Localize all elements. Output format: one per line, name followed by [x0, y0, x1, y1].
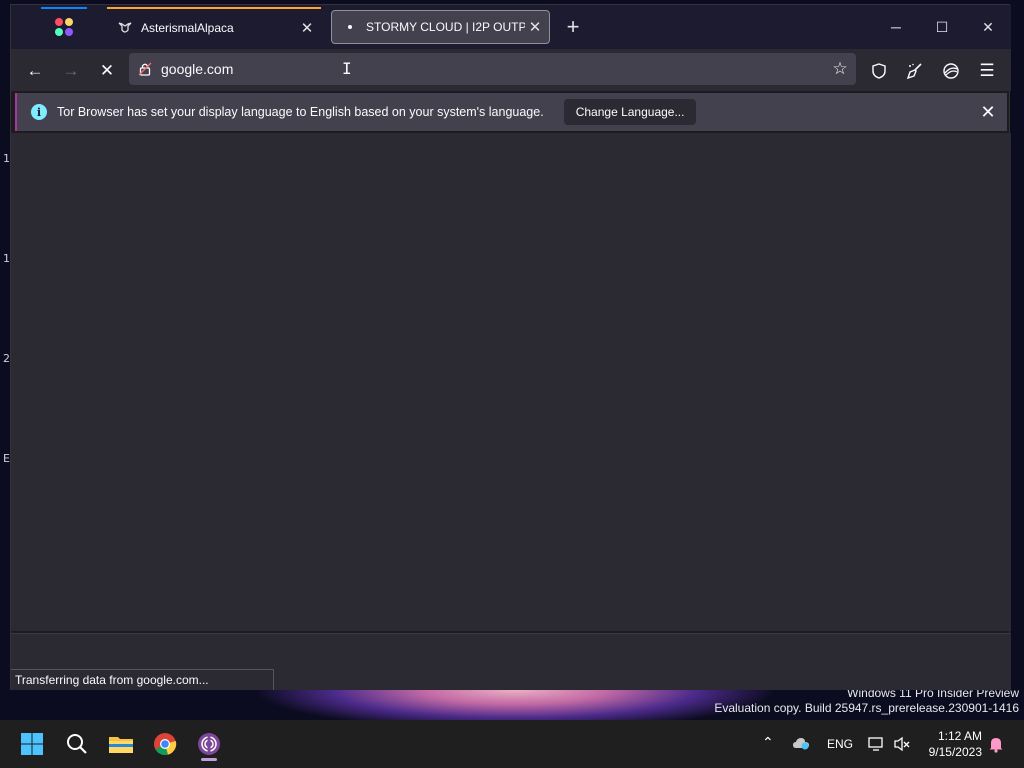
- active-indicator: [201, 758, 217, 761]
- plus-icon: +: [566, 14, 580, 39]
- stop-button[interactable]: ✕: [93, 57, 121, 85]
- folder-icon: [109, 737, 133, 753]
- page-content-area: [11, 133, 1011, 631]
- shield-button[interactable]: [865, 57, 893, 85]
- windows-watermark: Windows 11 Pro Insider Preview Evaluatio…: [714, 686, 1019, 716]
- alpaca-icon: [117, 20, 133, 36]
- tor-circuit-button[interactable]: [937, 57, 965, 85]
- notification-bell-icon[interactable]: [988, 735, 1004, 756]
- desktop-edge-fragment: E: [3, 452, 10, 465]
- watermark-line2: Evaluation copy. Build 25947.rs_prerelea…: [714, 701, 1019, 715]
- search-icon: [67, 734, 87, 754]
- close-window-button[interactable]: ✕: [965, 5, 1011, 49]
- tab-bar: AsterismalAlpaca ✕ STORMY CLOUD | I2P OU…: [11, 5, 1011, 49]
- maximize-icon: ☐: [935, 18, 949, 35]
- hamburger-menu-icon: ☰: [979, 61, 995, 80]
- apps-tab[interactable]: [41, 7, 87, 45]
- tab-asterismalalpaca[interactable]: AsterismalAlpaca ✕: [107, 7, 321, 47]
- shield-icon: [872, 63, 886, 79]
- windows-logo-icon: [21, 733, 43, 755]
- stop-icon: ✕: [99, 61, 115, 80]
- system-clock[interactable]: 1:12 AM 9/15/2023: [929, 728, 982, 760]
- maximize-button[interactable]: ☐: [919, 5, 965, 49]
- minimize-icon: ─: [891, 19, 901, 35]
- url-text: google.com: [161, 61, 234, 77]
- navigation-toolbar: ← → ✕ google.com I ☆ ☰: [11, 49, 1011, 91]
- new-tab-button[interactable]: +: [561, 14, 585, 39]
- start-button[interactable]: [16, 728, 48, 760]
- arrow-right-icon: →: [62, 61, 80, 80]
- window-controls: ─ ☐ ✕: [873, 5, 1011, 49]
- language-notification-bar: i Tor Browser has set your display langu…: [15, 93, 1007, 131]
- tor-browser-taskbar-button[interactable]: [193, 728, 225, 761]
- desktop-edge-fragment: 2: [3, 352, 10, 365]
- tor-browser-icon: [198, 733, 220, 755]
- language-indicator[interactable]: ENG: [827, 737, 853, 751]
- desktop-edge-fragment: 1: [3, 152, 10, 165]
- minimize-button[interactable]: ─: [873, 5, 919, 49]
- new-identity-button[interactable]: [901, 57, 929, 85]
- status-panel: Transferring data from google.com...: [11, 669, 274, 690]
- bookmark-star-icon[interactable]: ☆: [830, 59, 850, 79]
- chevron-up-icon[interactable]: ⌃: [762, 734, 774, 751]
- notification-message: Tor Browser has set your display languag…: [57, 105, 544, 119]
- broom-icon: [906, 63, 922, 80]
- clock-time: 1:12 AM: [937, 729, 982, 743]
- onedrive-status-icon[interactable]: [792, 736, 810, 753]
- info-icon: i: [31, 104, 47, 120]
- tab-title: AsterismalAlpaca: [141, 21, 234, 35]
- volume-muted-icon[interactable]: [893, 736, 911, 755]
- file-explorer-button[interactable]: [105, 728, 137, 760]
- change-language-button[interactable]: Change Language...: [563, 99, 697, 125]
- arrow-left-icon: ←: [26, 61, 44, 80]
- clock-date: 9/15/2023: [928, 745, 982, 759]
- app-menu-button[interactable]: ☰: [973, 57, 1001, 85]
- loading-dot-icon: [342, 19, 358, 35]
- tab-title: STORMY CLOUD | I2P OUTPROXY: [366, 20, 525, 34]
- desktop-edge-fragment: 1: [3, 252, 10, 265]
- tab-stormy-cloud[interactable]: STORMY CLOUD | I2P OUTPROXY ✕: [331, 10, 550, 44]
- close-tab-icon[interactable]: ✕: [297, 18, 317, 38]
- tor-browser-window: AsterismalAlpaca ✕ STORMY CLOUD | I2P OU…: [10, 4, 1011, 690]
- url-bar[interactable]: google.com I ☆: [129, 53, 856, 85]
- network-icon[interactable]: [868, 736, 886, 755]
- forward-button[interactable]: →: [57, 57, 85, 85]
- close-notification-icon[interactable]: ✕: [977, 101, 999, 123]
- search-button[interactable]: [61, 728, 93, 760]
- chrome-icon: [154, 733, 177, 756]
- close-tab-icon[interactable]: ✕: [525, 17, 545, 37]
- chrome-button[interactable]: [149, 728, 181, 760]
- tor-onion-icon: [943, 63, 959, 79]
- windows-taskbar: ⌃ ENG 1:12 AM 9/15/2023: [0, 720, 1024, 768]
- back-button[interactable]: ←: [21, 57, 49, 85]
- apps-grid-icon: [55, 18, 73, 36]
- close-icon: ✕: [982, 18, 994, 35]
- text-cursor-icon: I: [342, 59, 352, 78]
- lock-insecure-icon[interactable]: [137, 61, 153, 77]
